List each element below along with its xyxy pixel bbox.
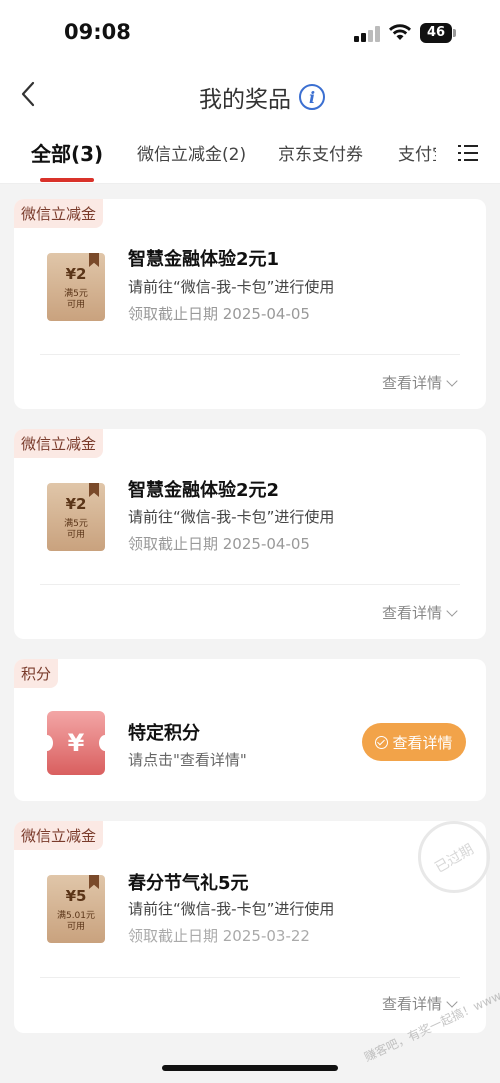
tab-wechat-discount[interactable]: 微信立减金(2): [137, 140, 246, 165]
page-title-group: 我的奖品 i: [199, 80, 325, 114]
battery-icon: 46: [420, 23, 456, 43]
points-ticket-icon: ¥: [41, 711, 111, 775]
wifi-icon: [389, 24, 411, 40]
view-details-link[interactable]: 查看详情: [381, 372, 458, 393]
menu-icon[interactable]: [458, 145, 478, 163]
coupon-amount: ¥5: [65, 887, 87, 905]
tab-overflow: 支付宝: [396, 126, 436, 182]
prize-deadline: 领取截止日期 2025-04-05: [128, 305, 310, 323]
status-time: 09:08: [64, 20, 131, 44]
prize-card: 已过期 微信立减金 ¥5 满5.01元 可用 春分节气礼5元 请前往“微信-我-…: [14, 821, 490, 1033]
expired-stamp: 已过期: [418, 821, 490, 893]
chevron-down-icon: [446, 604, 458, 617]
nav-bar: 我的奖品 i: [0, 66, 500, 126]
prize-title: 智慧金融体验2元2: [128, 480, 280, 501]
cellular-signal-icon: [354, 26, 382, 42]
chevron-down-icon: [446, 374, 458, 387]
prize-description: 请点击"查看详情": [128, 751, 247, 769]
divider: [40, 584, 460, 585]
home-indicator[interactable]: [162, 1065, 338, 1071]
view-details-label: 查看详情: [381, 374, 442, 392]
prize-title: 智慧金融体验2元1: [128, 249, 280, 270]
prize-category-tag: 微信立减金: [14, 821, 104, 850]
view-details-label: 查看详情: [381, 604, 442, 622]
coupon-amount: ¥2: [65, 265, 87, 283]
prize-deadline: 领取截止日期 2025-04-05: [128, 535, 310, 553]
prize-card: 积分 ¥ 特定积分 请点击"查看详情" 查看详情: [14, 659, 486, 801]
tab-alipay[interactable]: 支付宝: [398, 140, 436, 165]
yen-symbol: ¥: [67, 729, 85, 757]
coupon-condition: 满5元 可用: [64, 289, 88, 310]
tab-jd-pay-coupon[interactable]: 京东支付券: [278, 140, 363, 165]
divider: [40, 977, 460, 978]
coupon-condition: 满5.01元 可用: [56, 911, 96, 932]
tab-all[interactable]: 全部(3): [31, 138, 103, 167]
divider: [40, 354, 460, 355]
view-details-button-label: 查看详情: [392, 733, 453, 752]
check-circle-icon: [375, 735, 389, 749]
prize-description: 请前往“微信-我-卡包”进行使用: [128, 508, 335, 526]
prize-category-tag: 微信立减金: [14, 199, 104, 228]
prize-category-tag: 积分: [14, 659, 59, 688]
prize-description: 请前往“微信-我-卡包”进行使用: [128, 278, 335, 296]
prize-deadline: 领取截止日期 2025-03-22: [128, 927, 310, 945]
prize-card: 微信立减金 ¥2 满5元 可用 智慧金融体验2元2 请前往“微信-我-卡包”进行…: [14, 429, 486, 639]
coupon-icon: ¥5 满5.01元 可用: [47, 875, 105, 943]
prize-card: 微信立减金 ¥2 满5元 可用 智慧金融体验2元1 请前往“微信-我-卡包”进行…: [14, 199, 486, 409]
prize-description: 请前往“微信-我-卡包”进行使用: [128, 900, 335, 918]
coupon-icon: ¥2 满5元 可用: [47, 253, 105, 321]
coupon-amount: ¥2: [65, 495, 87, 513]
prize-title: 春分节气礼5元: [128, 873, 249, 894]
view-details-link[interactable]: 查看详情: [381, 602, 458, 623]
battery-level: 46: [420, 23, 452, 43]
active-tab-indicator: [40, 178, 94, 182]
expired-stamp-label: 已过期: [432, 841, 477, 877]
coupon-icon: ¥2 满5元 可用: [47, 483, 105, 551]
page-title: 我的奖品: [199, 87, 291, 113]
info-icon[interactable]: i: [299, 84, 325, 110]
tab-bar: 全部(3) 微信立减金(2) 京东支付券 支付宝: [0, 126, 500, 184]
status-bar: 09:08 46: [0, 0, 500, 66]
coupon-condition: 满5元 可用: [64, 519, 88, 540]
view-details-button[interactable]: 查看详情: [362, 723, 466, 761]
back-arrow-icon[interactable]: [14, 79, 44, 109]
prize-title: 特定积分: [128, 723, 200, 744]
prize-category-tag: 微信立减金: [14, 429, 104, 458]
view-details-label: 查看详情: [381, 995, 442, 1013]
